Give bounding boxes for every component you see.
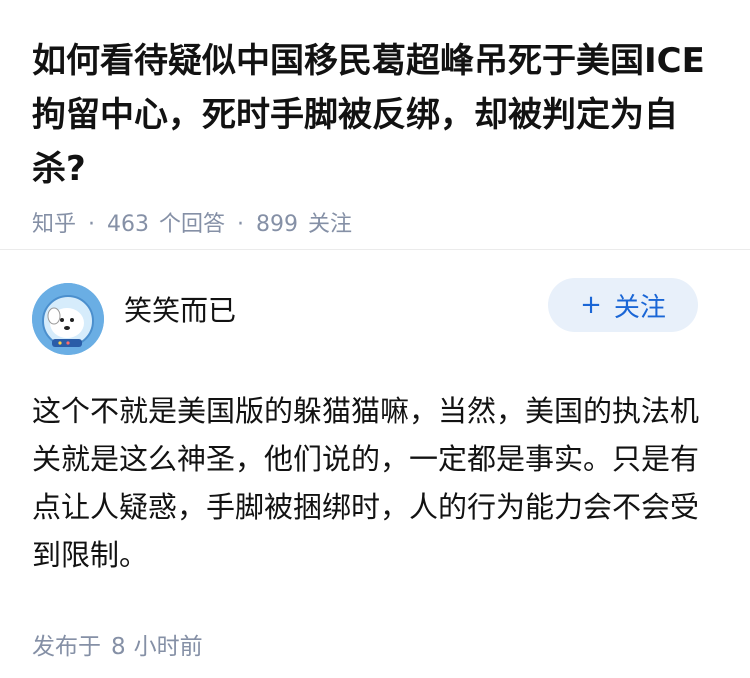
author-name[interactable]: 笑笑而已 [124, 289, 236, 329]
time-prefix: 发布于 [32, 634, 101, 660]
question-title[interactable]: 如何看待疑似中国移民葛超峰吊死于美国ICE拘留中心，死时手脚被反绑，却被判定为自… [32, 34, 718, 196]
author-row: 笑笑而已 + 关注 [32, 278, 718, 355]
follower-count-label: 关注 [308, 212, 353, 237]
answer-count: 463 [107, 212, 150, 237]
answer-time: 发布于 8 小时前 [32, 627, 718, 661]
plus-icon: + [580, 290, 602, 320]
answer-card: 笑笑而已 + 关注 这个不就是美国版的躲猫猫嘛，当然，美国的执法机关就是这么神圣… [0, 278, 750, 661]
avatar[interactable] [32, 283, 104, 355]
follow-button[interactable]: + 关注 [548, 278, 698, 332]
question-meta: 知乎 · 463 个回答 · 899 关注 [32, 210, 718, 240]
time-suffix: 小时前 [133, 634, 203, 660]
answer-content[interactable]: 这个不就是美国版的躲猫猫嘛，当然，美国的执法机关就是这么神圣，他们说的，一定都是… [32, 387, 718, 579]
separator-dot: · [237, 212, 245, 237]
time-value: 8 [111, 634, 126, 660]
follower-count: 899 [256, 212, 299, 237]
cartoon-dog-avatar-icon [32, 283, 104, 355]
answer-count-label: 个回答 [159, 212, 226, 237]
question-header: 如何看待疑似中国移民葛超峰吊死于美国ICE拘留中心，死时手脚被反绑，却被判定为自… [0, 0, 750, 250]
follow-label: 关注 [613, 292, 666, 323]
source-label[interactable]: 知乎 [32, 210, 76, 240]
separator-dot: · [88, 212, 96, 237]
